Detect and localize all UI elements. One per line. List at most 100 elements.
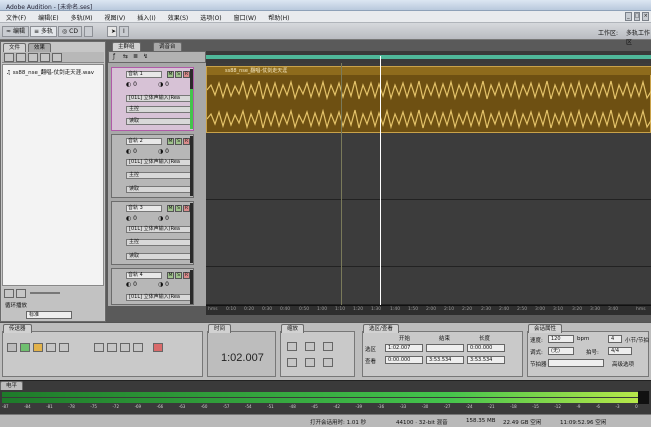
go-start-button[interactable] <box>94 343 104 352</box>
track-4-mute[interactable]: M <box>167 272 174 279</box>
record-button[interactable] <box>153 343 163 352</box>
track-4-header[interactable]: 音轨 4 M S R ◐ 0 ◑ 0 [01L] 立体声输入(Rea <box>111 268 194 305</box>
fx-select[interactable]: 标准 <box>26 311 72 319</box>
track-2-pan-knob[interactable]: ◑ 0 <box>158 148 169 155</box>
maximize-button[interactable]: □ <box>633 12 641 21</box>
insert-cd-button[interactable] <box>52 53 62 62</box>
track-1-record[interactable]: R <box>183 71 190 78</box>
track-4-pan-knob[interactable]: ◑ 0 <box>158 281 169 288</box>
track-3-solo[interactable]: S <box>175 205 182 212</box>
edit-file-button[interactable] <box>28 53 38 62</box>
go-end-button[interactable] <box>133 343 143 352</box>
track-2-solo[interactable]: S <box>175 138 182 145</box>
menu-help[interactable]: 帮助(H) <box>262 11 295 22</box>
play-to-end-button[interactable] <box>46 343 56 352</box>
zoom-selection-button[interactable] <box>323 358 333 367</box>
import-file-button[interactable] <box>4 53 14 62</box>
menu-view[interactable]: 视图(V) <box>98 11 131 22</box>
track-4-lane[interactable] <box>206 267 651 305</box>
track-2-name[interactable]: 音轨 2 <box>126 138 162 145</box>
file-item[interactable]: ♫ ss88_nse_翻唱-仗剑走天涯.wav <box>6 68 94 76</box>
zoom-out-h-button[interactable] <box>305 342 315 351</box>
menu-file[interactable]: 文件(F) <box>0 11 32 22</box>
time-ruler[interactable]: hms 0:10 0:20 0:30 0:40 0:50 1:00 1:10 1… <box>206 305 651 315</box>
track-2-lane[interactable] <box>206 133 651 200</box>
hybrid-tool-button[interactable] <box>84 26 93 37</box>
view-end-field[interactable]: 3:53.534 <box>426 356 464 364</box>
clip-indicator[interactable] <box>638 391 649 404</box>
track-3-pan-knob[interactable]: ◑ 0 <box>158 215 169 222</box>
tab-transport[interactable]: 传送器 <box>3 324 32 333</box>
track-3-header[interactable]: 音轨 3 M S R ◐ 0 ◑ 0 [01L] 立体声输入(Rea 主控 读取 <box>111 201 194 265</box>
track-3-lane[interactable] <box>206 200 651 267</box>
play-button[interactable] <box>20 343 30 352</box>
track-4-volume-knob[interactable]: ◐ 0 <box>126 281 137 288</box>
menu-insert[interactable]: 插入(I) <box>131 11 161 22</box>
workspace-select[interactable]: 多轨工作区 <box>626 28 651 46</box>
track-2-record[interactable]: R <box>183 138 190 145</box>
meter-select[interactable]: 4/4 <box>608 347 632 355</box>
playhead[interactable] <box>380 56 381 306</box>
play-preview-button[interactable] <box>4 289 14 298</box>
stop-button[interactable] <box>7 343 17 352</box>
fx-icon[interactable]: ƒ <box>113 53 115 60</box>
menu-multitrack[interactable]: 多轨(M) <box>65 11 99 22</box>
track-2-mute[interactable]: M <box>167 138 174 145</box>
input-icon[interactable]: ↯ <box>143 53 148 60</box>
metronome-label[interactable]: 节拍器 <box>530 360 547 368</box>
track-1-volume-knob[interactable]: ◐ 0 <box>126 81 137 88</box>
track-4-name[interactable]: 音轨 4 <box>126 272 162 279</box>
overview-range[interactable] <box>206 55 651 59</box>
track-1-name[interactable]: 音轨 1 <box>126 71 162 78</box>
zoom-out-v-button[interactable] <box>305 358 315 367</box>
menu-edit[interactable]: 编辑(E) <box>32 11 64 22</box>
metronome-select[interactable] <box>548 359 604 367</box>
key-select[interactable]: (无) <box>548 347 574 355</box>
track-2-header[interactable]: 音轨 2 M S R ◐ 0 ◑ 0 [01L] 立体声输入(Rea 主控 读取 <box>111 134 194 198</box>
track-1-automation[interactable]: 读取 <box>126 118 192 125</box>
tab-levels[interactable]: 电平 <box>0 381 24 390</box>
close-file-button[interactable] <box>16 53 26 62</box>
tempo-field[interactable]: 120 <box>548 335 574 343</box>
sel-start-field[interactable]: 1:02.007 <box>385 344 423 352</box>
close-button[interactable]: × <box>642 12 649 21</box>
view-length-field[interactable]: 3:53.534 <box>467 356 505 364</box>
advanced-button[interactable]: 高级选项 <box>612 360 634 368</box>
sel-end-field[interactable] <box>426 344 464 352</box>
beats-field[interactable]: 4 <box>608 335 622 343</box>
zoom-full-button[interactable] <box>323 342 333 351</box>
move-tool-button[interactable]: ➤ <box>107 26 117 37</box>
track-3-record[interactable]: R <box>183 205 190 212</box>
view-start-field[interactable]: 0:00.000 <box>385 356 423 364</box>
track-3-name[interactable]: 音轨 3 <box>126 205 162 212</box>
tab-files[interactable]: 文件 <box>3 43 27 52</box>
time-selection-tool-button[interactable]: I <box>119 26 129 37</box>
preview-volume-slider[interactable] <box>30 292 60 294</box>
menu-options[interactable]: 选项(O) <box>194 11 227 22</box>
pause-button[interactable] <box>33 343 43 352</box>
multitrack-view-button[interactable]: ≡ 多轨 <box>30 26 57 37</box>
track-1-solo[interactable]: S <box>175 71 182 78</box>
timeline-overview[interactable] <box>206 51 651 63</box>
edit-view-button[interactable]: ≈ 编辑 <box>2 26 29 37</box>
track-1-output[interactable]: 主控 <box>126 106 192 113</box>
track-3-mute[interactable]: M <box>167 205 174 212</box>
minimize-button[interactable]: _ <box>625 12 632 21</box>
track-1-mute[interactable]: M <box>167 71 174 78</box>
loop-preview-button[interactable] <box>16 289 26 298</box>
track-3-volume-knob[interactable]: ◐ 0 <box>126 215 137 222</box>
track-2-volume-knob[interactable]: ◐ 0 <box>126 148 137 155</box>
track-4-input[interactable]: [01L] 立体声输入(Rea <box>126 294 192 301</box>
track-4-record[interactable]: R <box>183 272 190 279</box>
zoom-in-v-button[interactable] <box>287 358 297 367</box>
sel-length-field[interactable]: 0:00.000 <box>467 344 505 352</box>
track-1-input[interactable]: [01L] 立体声输入(Rea <box>126 95 192 102</box>
eq-icon[interactable]: ≣ <box>133 53 138 60</box>
menu-window[interactable]: 窗口(W) <box>228 11 263 22</box>
tab-main[interactable]: 主群组 <box>112 42 141 51</box>
send-icon[interactable]: ⇆ <box>123 53 128 60</box>
tab-selection[interactable]: 选区/查看 <box>363 324 399 333</box>
forward-button[interactable] <box>120 343 130 352</box>
zoom-in-h-button[interactable] <box>287 342 297 351</box>
tab-effects[interactable]: 效果 <box>28 43 52 52</box>
